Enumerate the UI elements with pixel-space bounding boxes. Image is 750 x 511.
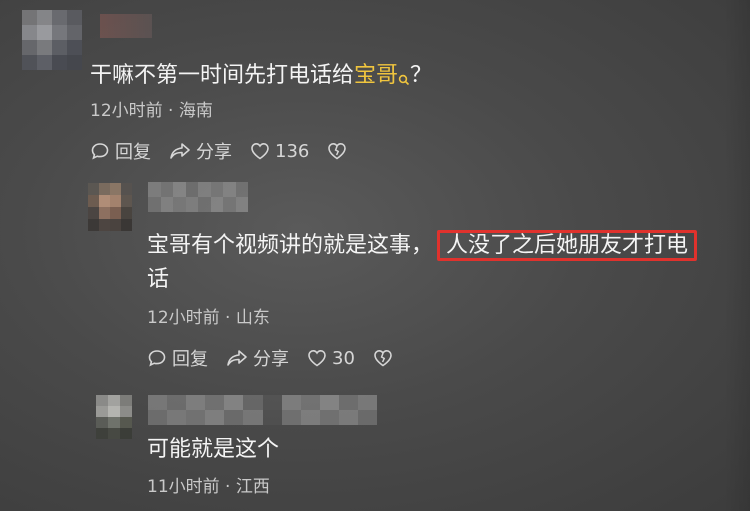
comment-text-before: 干嘛不第一时间先打电话给 bbox=[90, 63, 355, 88]
broken-heart-icon bbox=[328, 142, 347, 160]
search-icon[interactable] bbox=[398, 62, 410, 98]
comment-text-line1: 宝哥有个视频讲的就是这事， bbox=[147, 233, 434, 258]
comment-icon bbox=[91, 143, 109, 160]
reply-label: 回复 bbox=[172, 349, 208, 370]
comment-text: 干嘛不第一时间先打电话给宝哥 ？ bbox=[90, 58, 432, 98]
blurred-avatar[interactable] bbox=[88, 183, 132, 231]
keyword-link[interactable]: 宝哥 bbox=[354, 63, 398, 88]
blurred-username bbox=[148, 182, 248, 212]
comment-meta: 12小时前 · 海南 bbox=[90, 101, 213, 121]
comment-actions: 回复 分享 136 bbox=[90, 138, 370, 164]
heart-icon bbox=[308, 349, 326, 367]
share-button[interactable]: 分享 bbox=[169, 138, 232, 164]
blurred-username bbox=[148, 395, 378, 425]
dislike-button[interactable] bbox=[373, 349, 398, 367]
comment-text-line2: 话 bbox=[147, 267, 170, 292]
blurred-avatar[interactable] bbox=[22, 10, 82, 70]
dislike-button[interactable] bbox=[327, 142, 352, 160]
share-label: 分享 bbox=[196, 142, 232, 163]
comment-meta: 11小时前 · 江西 bbox=[147, 477, 270, 497]
like-button[interactable]: 136 bbox=[250, 141, 309, 162]
comment-text: 宝哥有个视频讲的就是这事， 人没了之后她朋友才打电 bbox=[147, 228, 698, 264]
reply-button[interactable]: 回复 bbox=[147, 345, 208, 371]
broken-heart-icon bbox=[374, 349, 392, 367]
like-count: 136 bbox=[275, 140, 310, 162]
comment-text-after: ？ bbox=[410, 63, 433, 88]
share-icon bbox=[227, 350, 247, 366]
like-button[interactable]: 30 bbox=[307, 348, 355, 369]
scroll-area-edge bbox=[724, 0, 750, 511]
share-label: 分享 bbox=[253, 349, 289, 370]
blurred-username bbox=[100, 14, 152, 38]
share-icon bbox=[170, 143, 190, 159]
heart-icon bbox=[251, 142, 269, 160]
comment-meta: 12小时前 · 山东 bbox=[147, 308, 270, 328]
comment-actions: 回复 分享 30 bbox=[147, 345, 416, 371]
blurred-avatar[interactable] bbox=[96, 395, 132, 439]
highlight-box: 人没了之后她朋友才打电 bbox=[437, 230, 698, 261]
like-count: 30 bbox=[332, 347, 355, 369]
share-button[interactable]: 分享 bbox=[226, 345, 289, 371]
comment-text: 可能就是这个 bbox=[147, 437, 280, 462]
reply-button[interactable]: 回复 bbox=[90, 138, 151, 164]
comment-icon bbox=[148, 350, 166, 367]
reply-label: 回复 bbox=[115, 142, 151, 163]
